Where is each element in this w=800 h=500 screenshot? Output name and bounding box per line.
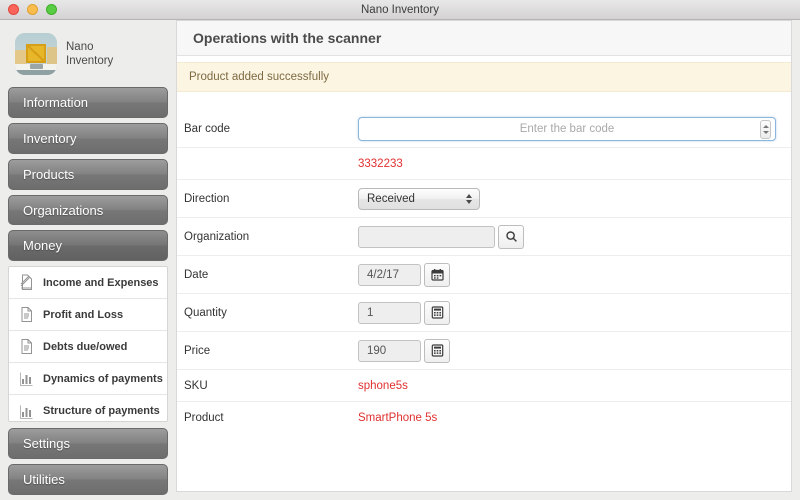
sidebar-item-products[interactable]: Products	[8, 158, 168, 190]
sidebar-item-organizations[interactable]: Organizations	[8, 194, 168, 226]
sidebar-subitem-dynamics-of-payments[interactable]: Dynamics of payments	[9, 363, 167, 396]
stacked-papers-icon	[18, 273, 35, 292]
sidebar: Nano Inventory Information Inventory Pro…	[0, 20, 176, 500]
scanner-form: Bar code 3332233	[177, 92, 791, 434]
sidebar-subitem-label: Income and Expenses	[43, 276, 159, 289]
form-row-direction: Direction Received	[177, 180, 791, 218]
app-brand-text: Nano Inventory	[66, 40, 113, 68]
price-calculator-button[interactable]	[424, 338, 450, 363]
sidebar-subitem-label: Structure of payments	[43, 405, 160, 418]
sidebar-submenu-money: Income and Expenses Profit and Loss Debt…	[8, 266, 168, 423]
sidebar-subitem-structure-of-payments[interactable]: Structure of payments	[9, 395, 167, 421]
product-label: Product	[184, 412, 224, 424]
bar-chart-icon	[18, 369, 35, 388]
brand-line-1: Nano	[66, 41, 94, 53]
quantity-calculator-button[interactable]	[424, 300, 450, 325]
sidebar-item-inventory[interactable]: Inventory	[8, 122, 168, 154]
date-label: Date	[184, 268, 209, 281]
form-row-barcode-note: 3332233	[177, 148, 791, 180]
content-panel: Operations with the scanner Product adde…	[176, 20, 792, 492]
warehouse-crate-logo-icon	[15, 33, 57, 75]
app-window: Nano Inventory Nano Inventory Informatio…	[0, 0, 800, 500]
app-body: Nano Inventory Information Inventory Pro…	[0, 20, 800, 500]
window-title: Nano Inventory	[361, 3, 439, 16]
sidebar-subitem-profit-and-loss[interactable]: Profit and Loss	[9, 299, 167, 332]
form-row-product: Product SmartPhone 5s	[177, 402, 791, 434]
organization-input[interactable]	[358, 225, 495, 248]
organization-search-button[interactable]	[498, 224, 524, 249]
direction-select-value: Received	[367, 192, 415, 205]
form-row-price: Price 190	[177, 332, 791, 370]
sidebar-item-information[interactable]: Information	[8, 87, 168, 118]
sidebar-subitem-label: Debts due/owed	[43, 340, 128, 353]
sidebar-subitem-label: Dynamics of payments	[43, 372, 163, 385]
document-icon	[18, 305, 35, 324]
sidebar-item-utilities[interactable]: Utilities	[8, 464, 168, 495]
barcode-input[interactable]	[359, 117, 775, 140]
product-value: SmartPhone 5s	[358, 412, 438, 424]
form-row-sku: SKU sphone5s	[177, 370, 791, 402]
form-row-organization: Organization	[177, 218, 791, 256]
calendar-icon	[430, 268, 444, 281]
sku-label: SKU	[184, 379, 208, 392]
sidebar-subitem-label: Profit and Loss	[43, 308, 124, 321]
page-title: Operations with the scanner	[177, 21, 791, 56]
sidebar-item-money[interactable]: Money	[8, 230, 168, 262]
quantity-label: Quantity	[184, 306, 227, 319]
direction-label: Direction	[184, 192, 230, 205]
document-icon	[18, 337, 35, 356]
quantity-input[interactable]: 1	[358, 301, 421, 324]
chevron-updown-icon	[466, 193, 472, 204]
success-alert-text: Product added successfully	[189, 71, 329, 83]
sku-value: sphone5s	[358, 379, 408, 392]
sidebar-subitem-income-and-expenses[interactable]: Income and Expenses	[9, 267, 167, 300]
form-row-quantity: Quantity 1	[177, 294, 791, 332]
barcode-note-value: 3332233	[358, 157, 403, 170]
search-icon	[505, 230, 518, 243]
sidebar-subitem-debts-due-owed[interactable]: Debts due/owed	[9, 331, 167, 364]
date-input[interactable]: 4/2/17	[358, 263, 421, 286]
organization-label: Organization	[184, 230, 250, 243]
calculator-icon	[431, 344, 444, 357]
calculator-icon	[431, 306, 444, 319]
brand-line-2: Inventory	[66, 55, 114, 67]
date-picker-button[interactable]	[424, 262, 450, 287]
form-row-barcode: Bar code	[177, 110, 791, 148]
window-titlebar: Nano Inventory	[0, 0, 800, 20]
sidebar-item-settings[interactable]: Settings	[8, 428, 168, 460]
app-brand: Nano Inventory	[8, 30, 168, 87]
form-row-date: Date 4/2/17	[177, 256, 791, 294]
bar-chart-icon	[18, 402, 35, 421]
success-alert: Product added successfully	[177, 62, 791, 92]
price-label: Price	[184, 344, 211, 357]
barcode-label: Bar code	[184, 122, 231, 135]
barcode-stepper[interactable]	[760, 119, 771, 139]
direction-select[interactable]: Received	[358, 187, 480, 210]
price-input[interactable]: 190	[358, 339, 421, 362]
barcode-input-wrapper[interactable]	[358, 116, 776, 141]
